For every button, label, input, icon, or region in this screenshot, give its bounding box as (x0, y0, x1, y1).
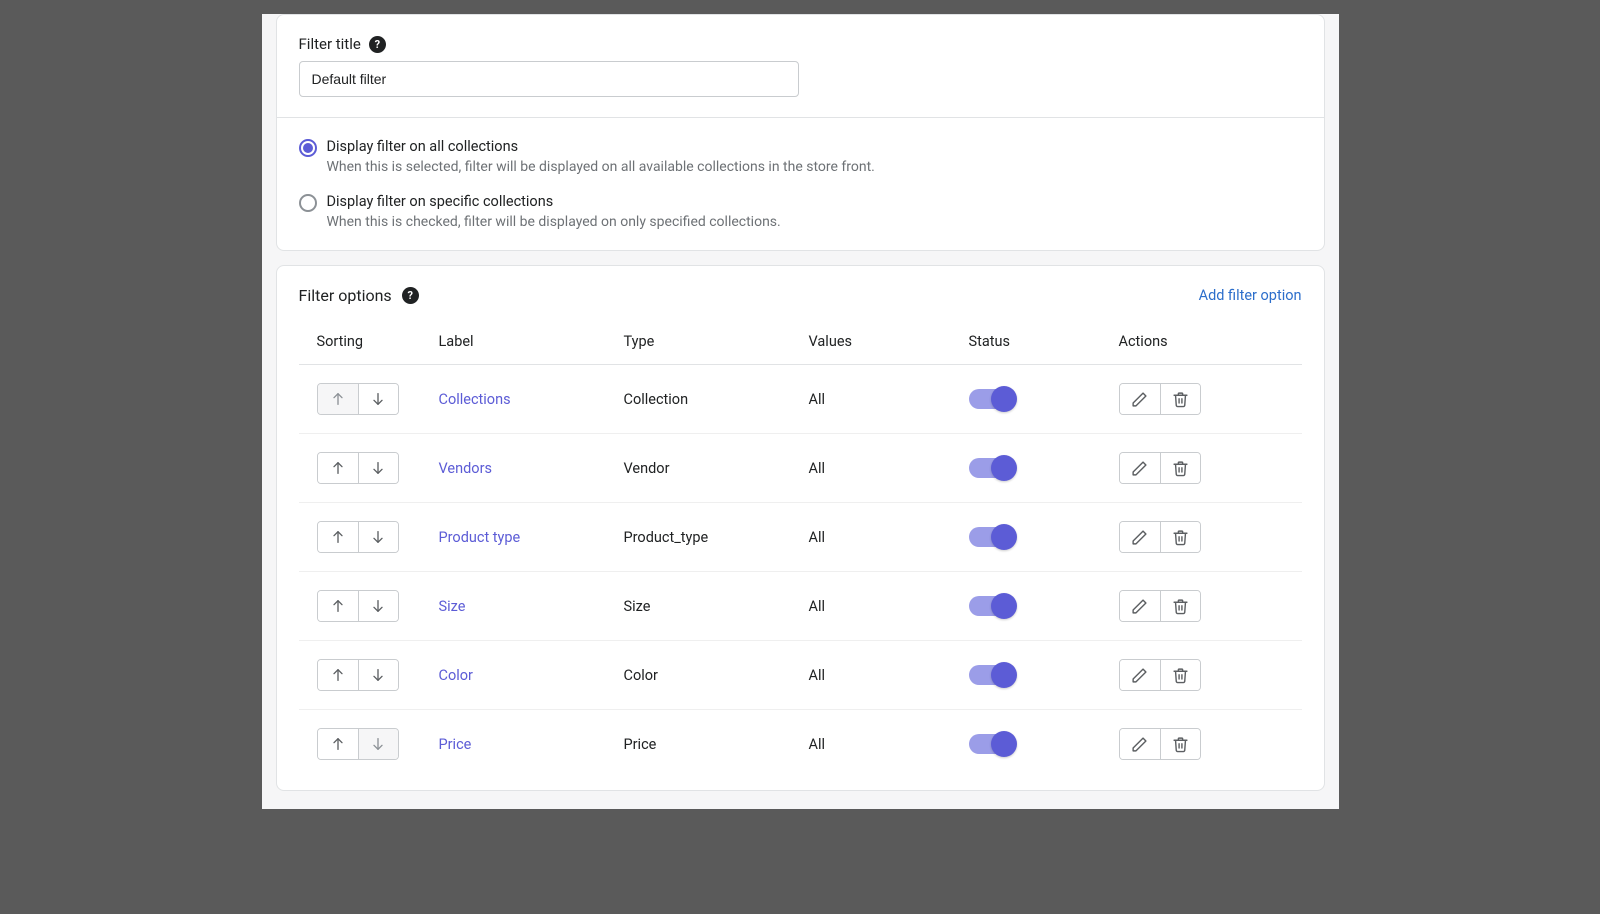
display-scope-radio[interactable] (299, 194, 317, 212)
arrow-up-icon (330, 391, 346, 407)
filter-option-values: All (809, 460, 826, 477)
sort-down-button (358, 729, 398, 759)
trash-icon (1172, 460, 1189, 477)
arrow-down-icon (370, 391, 386, 407)
trash-icon (1172, 529, 1189, 546)
table-row: Vendors Vendor All (299, 434, 1302, 503)
arrow-down-icon (370, 460, 386, 476)
status-toggle[interactable] (969, 734, 1015, 754)
filter-title-input[interactable] (299, 61, 799, 97)
sort-down-button[interactable] (358, 522, 398, 552)
sort-down-button[interactable] (358, 591, 398, 621)
filter-option-type: Vendor (624, 460, 670, 477)
filter-option-values: All (809, 598, 826, 615)
filter-title-label: Filter title (299, 35, 361, 53)
filter-option-values: All (809, 391, 826, 408)
sort-down-button[interactable] (358, 453, 398, 483)
arrow-down-icon (370, 736, 386, 752)
pencil-icon (1131, 598, 1148, 615)
arrow-up-icon (330, 460, 346, 476)
table-row: Price Price All (299, 710, 1302, 779)
trash-icon (1172, 667, 1189, 684)
delete-button[interactable] (1160, 591, 1200, 621)
sort-up-button[interactable] (318, 522, 358, 552)
sort-up-button[interactable] (318, 591, 358, 621)
radio-title: Display filter on specific collections (327, 193, 781, 210)
filter-option-type: Product_type (624, 529, 709, 546)
delete-button[interactable] (1160, 522, 1200, 552)
sort-down-button[interactable] (358, 384, 398, 414)
col-status: Status (969, 323, 1119, 365)
edit-button[interactable] (1120, 591, 1160, 621)
status-toggle[interactable] (969, 596, 1015, 616)
delete-button[interactable] (1160, 453, 1200, 483)
pencil-icon (1131, 529, 1148, 546)
col-actions: Actions (1119, 323, 1302, 365)
table-row: Size Size All (299, 572, 1302, 641)
delete-button[interactable] (1160, 384, 1200, 414)
arrow-down-icon (370, 667, 386, 683)
table-row: Product type Product_type All (299, 503, 1302, 572)
help-icon[interactable]: ? (402, 287, 419, 304)
edit-button[interactable] (1120, 384, 1160, 414)
arrow-up-icon (330, 529, 346, 545)
pencil-icon (1131, 667, 1148, 684)
filter-option-label-link[interactable]: Price (439, 736, 472, 753)
status-toggle[interactable] (969, 527, 1015, 547)
arrow-up-icon (330, 598, 346, 614)
filter-option-label-link[interactable]: Product type (439, 529, 521, 546)
arrow-up-icon (330, 736, 346, 752)
sort-down-button[interactable] (358, 660, 398, 690)
filter-option-type: Collection (624, 391, 689, 408)
filter-options-heading: Filter options (299, 286, 392, 305)
filter-option-label-link[interactable]: Vendors (439, 460, 492, 477)
filter-option-type: Size (624, 598, 651, 615)
filter-option-type: Price (624, 736, 657, 753)
arrow-up-icon (330, 667, 346, 683)
status-toggle[interactable] (969, 458, 1015, 478)
table-row: Collections Collection All (299, 365, 1302, 434)
edit-button[interactable] (1120, 660, 1160, 690)
sort-up-button[interactable] (318, 729, 358, 759)
filter-option-label-link[interactable]: Size (439, 598, 466, 615)
display-scope-radio[interactable] (299, 139, 317, 157)
col-label: Label (439, 323, 624, 365)
status-toggle[interactable] (969, 389, 1015, 409)
delete-button[interactable] (1160, 729, 1200, 759)
help-icon[interactable]: ? (369, 36, 386, 53)
delete-button[interactable] (1160, 660, 1200, 690)
filter-option-values: All (809, 529, 826, 546)
filter-option-values: All (809, 736, 826, 753)
trash-icon (1172, 736, 1189, 753)
sort-up-button[interactable] (318, 453, 358, 483)
filter-options-table: Sorting Label Type Values Status Actions… (299, 323, 1302, 778)
edit-button[interactable] (1120, 453, 1160, 483)
pencil-icon (1131, 736, 1148, 753)
sort-up-button (318, 384, 358, 414)
trash-icon (1172, 598, 1189, 615)
filter-option-values: All (809, 667, 826, 684)
edit-button[interactable] (1120, 522, 1160, 552)
status-toggle[interactable] (969, 665, 1015, 685)
edit-button[interactable] (1120, 729, 1160, 759)
col-values: Values (809, 323, 969, 365)
trash-icon (1172, 391, 1189, 408)
radio-subtitle: When this is selected, filter will be di… (327, 159, 875, 175)
arrow-down-icon (370, 529, 386, 545)
pencil-icon (1131, 391, 1148, 408)
radio-subtitle: When this is checked, filter will be dis… (327, 214, 781, 230)
radio-title: Display filter on all collections (327, 138, 875, 155)
col-sorting: Sorting (299, 323, 439, 365)
filter-option-type: Color (624, 667, 658, 684)
sort-up-button[interactable] (318, 660, 358, 690)
add-filter-option-link[interactable]: Add filter option (1199, 287, 1302, 304)
table-row: Color Color All (299, 641, 1302, 710)
filter-options-card: Filter options ? Add filter option Sorti… (276, 265, 1325, 791)
arrow-down-icon (370, 598, 386, 614)
filter-option-label-link[interactable]: Collections (439, 391, 511, 408)
filter-option-label-link[interactable]: Color (439, 667, 473, 684)
pencil-icon (1131, 460, 1148, 477)
col-type: Type (624, 323, 809, 365)
filter-settings-card: Filter title ? Display filter on all col… (276, 14, 1325, 251)
